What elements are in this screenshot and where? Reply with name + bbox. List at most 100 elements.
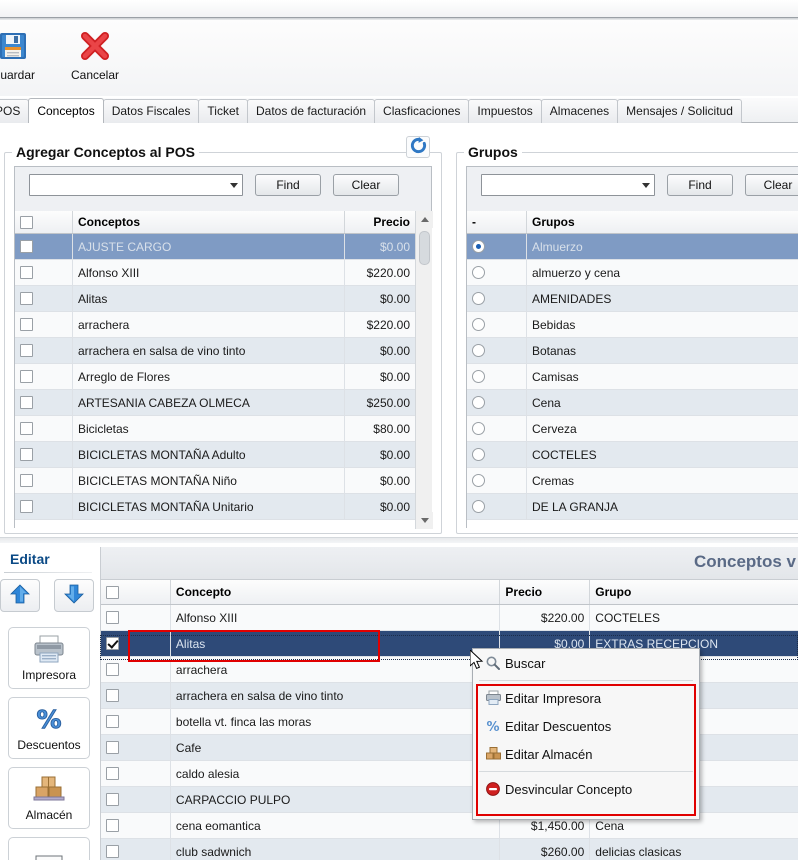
row-radio[interactable] <box>472 370 485 383</box>
row-checkbox[interactable] <box>106 767 119 780</box>
row-radio[interactable] <box>472 292 485 305</box>
context-menu-item-editar-impresora[interactable]: Editar Impresora <box>473 684 699 712</box>
row-checkbox-cell[interactable] <box>101 709 171 734</box>
table-row[interactable]: COCTELES <box>467 442 798 468</box>
row-radio-cell[interactable] <box>467 286 527 311</box>
editar-almacen-button[interactable]: Almacén <box>8 767 90 829</box>
panel-splitter[interactable] <box>0 537 798 543</box>
context-menu-item-editar-descuentos[interactable]: % Editar Descuentos <box>473 712 699 740</box>
row-checkbox[interactable] <box>20 266 33 279</box>
row-radio[interactable] <box>472 448 485 461</box>
row-radio[interactable] <box>472 396 485 409</box>
col-grupos-header[interactable]: Grupos <box>527 211 798 233</box>
row-radio[interactable] <box>472 266 485 279</box>
grupos-find-button[interactable]: Find <box>667 174 733 196</box>
editar-descuentos-button[interactable]: % Descuentos <box>8 697 90 759</box>
table-row[interactable]: Cremas <box>467 468 798 494</box>
table-row[interactable]: almuerzo y cena <box>467 260 798 286</box>
table-row[interactable]: Almuerzo <box>467 234 798 260</box>
row-checkbox[interactable] <box>20 240 33 253</box>
row-checkbox[interactable] <box>20 396 33 409</box>
table-row[interactable]: Bebidas <box>467 312 798 338</box>
row-checkbox[interactable] <box>20 318 33 331</box>
table-row[interactable]: Alitas $0.00 <box>15 286 415 312</box>
table-row[interactable]: BICICLETAS MONTAÑA Adulto $0.00 <box>15 442 415 468</box>
row-checkbox-cell[interactable] <box>101 657 171 682</box>
table-row[interactable]: BICICLETAS MONTAÑA Niño $0.00 <box>15 468 415 494</box>
row-checkbox-cell[interactable] <box>15 286 73 311</box>
col-concepto-header[interactable]: Concepto <box>171 580 501 604</box>
editar-orden-button[interactable]: 1 2 <box>8 837 90 860</box>
tab-clasficaciones[interactable]: Clasficaciones <box>374 99 470 123</box>
row-radio[interactable] <box>472 344 485 357</box>
scroll-down-button[interactable] <box>416 512 433 529</box>
move-up-button[interactable] <box>0 579 40 612</box>
row-checkbox-cell[interactable] <box>15 234 73 259</box>
row-checkbox-cell[interactable] <box>15 312 73 337</box>
row-checkbox[interactable] <box>20 474 33 487</box>
save-button[interactable]: Guardar <box>0 26 50 90</box>
grupos-clear-button[interactable]: Clear <box>745 174 798 196</box>
context-menu-item-editar-almacen[interactable]: Editar Almacén <box>473 740 699 768</box>
row-radio[interactable] <box>472 318 485 331</box>
select-all-checkbox[interactable] <box>20 215 33 229</box>
row-checkbox-cell[interactable] <box>101 813 171 838</box>
row-checkbox-cell[interactable] <box>101 761 171 786</box>
table-row[interactable]: BICICLETAS MONTAÑA Unitario $0.00 <box>15 494 415 520</box>
table-row[interactable]: Arreglo de Flores $0.00 <box>15 364 415 390</box>
table-row[interactable]: arrachera $220.00 <box>15 312 415 338</box>
table-row[interactable]: Botanas <box>467 338 798 364</box>
row-radio[interactable] <box>472 500 485 513</box>
row-radio[interactable] <box>472 422 485 435</box>
context-menu-item-desvincular-concepto[interactable]: Desvincular Concepto <box>473 775 699 803</box>
table-row[interactable]: AMENIDADES <box>467 286 798 312</box>
row-checkbox-cell[interactable] <box>101 605 171 630</box>
row-checkbox[interactable] <box>106 611 119 624</box>
row-checkbox[interactable] <box>106 845 119 858</box>
conceptos-search-combo[interactable] <box>29 174 243 196</box>
row-checkbox[interactable] <box>106 689 119 702</box>
scroll-up-button[interactable] <box>416 211 433 228</box>
context-menu-item-buscar[interactable]: Buscar <box>473 649 699 677</box>
table-row[interactable]: arrachera en salsa de vino tinto $0.00 <box>15 338 415 364</box>
row-radio-cell[interactable] <box>467 442 527 467</box>
row-radio-cell[interactable] <box>467 338 527 363</box>
table-row[interactable]: Cena <box>467 390 798 416</box>
row-checkbox-cell[interactable] <box>15 260 73 285</box>
row-checkbox-cell[interactable] <box>101 839 171 860</box>
row-checkbox[interactable] <box>20 448 33 461</box>
row-radio-cell[interactable] <box>467 468 527 493</box>
conceptos-scrollbar[interactable] <box>415 211 433 529</box>
row-radio-cell[interactable] <box>467 416 527 441</box>
scrollbar-thumb[interactable] <box>419 231 430 265</box>
col-grupo-header[interactable]: Grupo <box>590 580 798 604</box>
move-down-button[interactable] <box>54 579 94 612</box>
row-checkbox[interactable] <box>106 793 119 806</box>
select-all-checkbox[interactable] <box>106 585 119 599</box>
row-checkbox[interactable] <box>106 819 119 832</box>
row-checkbox[interactable] <box>20 500 33 513</box>
tab-almacenes[interactable]: Almacenes <box>540 99 619 123</box>
table-row[interactable]: AJUSTE CARGO $0.00 <box>15 234 415 260</box>
row-checkbox-cell[interactable] <box>101 683 171 708</box>
tab-pos[interactable]: POS <box>0 99 30 123</box>
refresh-button[interactable] <box>406 136 430 158</box>
col-checkbox-header[interactable] <box>15 211 73 233</box>
tab-datos-de-facturacion[interactable]: Datos de facturación <box>246 99 376 123</box>
row-checkbox-cell[interactable] <box>101 735 171 760</box>
row-checkbox[interactable] <box>20 292 33 305</box>
row-checkbox-cell[interactable] <box>15 468 73 493</box>
row-checkbox-cell[interactable] <box>15 364 73 389</box>
row-checkbox[interactable] <box>20 344 33 357</box>
editar-impresora-button[interactable]: Impresora <box>8 627 90 689</box>
col-conceptos-header[interactable]: Conceptos <box>73 211 345 233</box>
tab-conceptos[interactable]: Conceptos <box>28 98 104 123</box>
table-row[interactable]: Bicicletas $80.00 <box>15 416 415 442</box>
table-row[interactable]: Alfonso XIII $220.00 <box>15 260 415 286</box>
col-checkbox-header[interactable] <box>101 580 171 604</box>
row-radio[interactable] <box>472 240 485 253</box>
row-radio-cell[interactable] <box>467 260 527 285</box>
tab-impuestos[interactable]: Impuestos <box>468 99 542 123</box>
row-checkbox-cell[interactable] <box>15 390 73 415</box>
row-checkbox-cell[interactable] <box>15 338 73 363</box>
